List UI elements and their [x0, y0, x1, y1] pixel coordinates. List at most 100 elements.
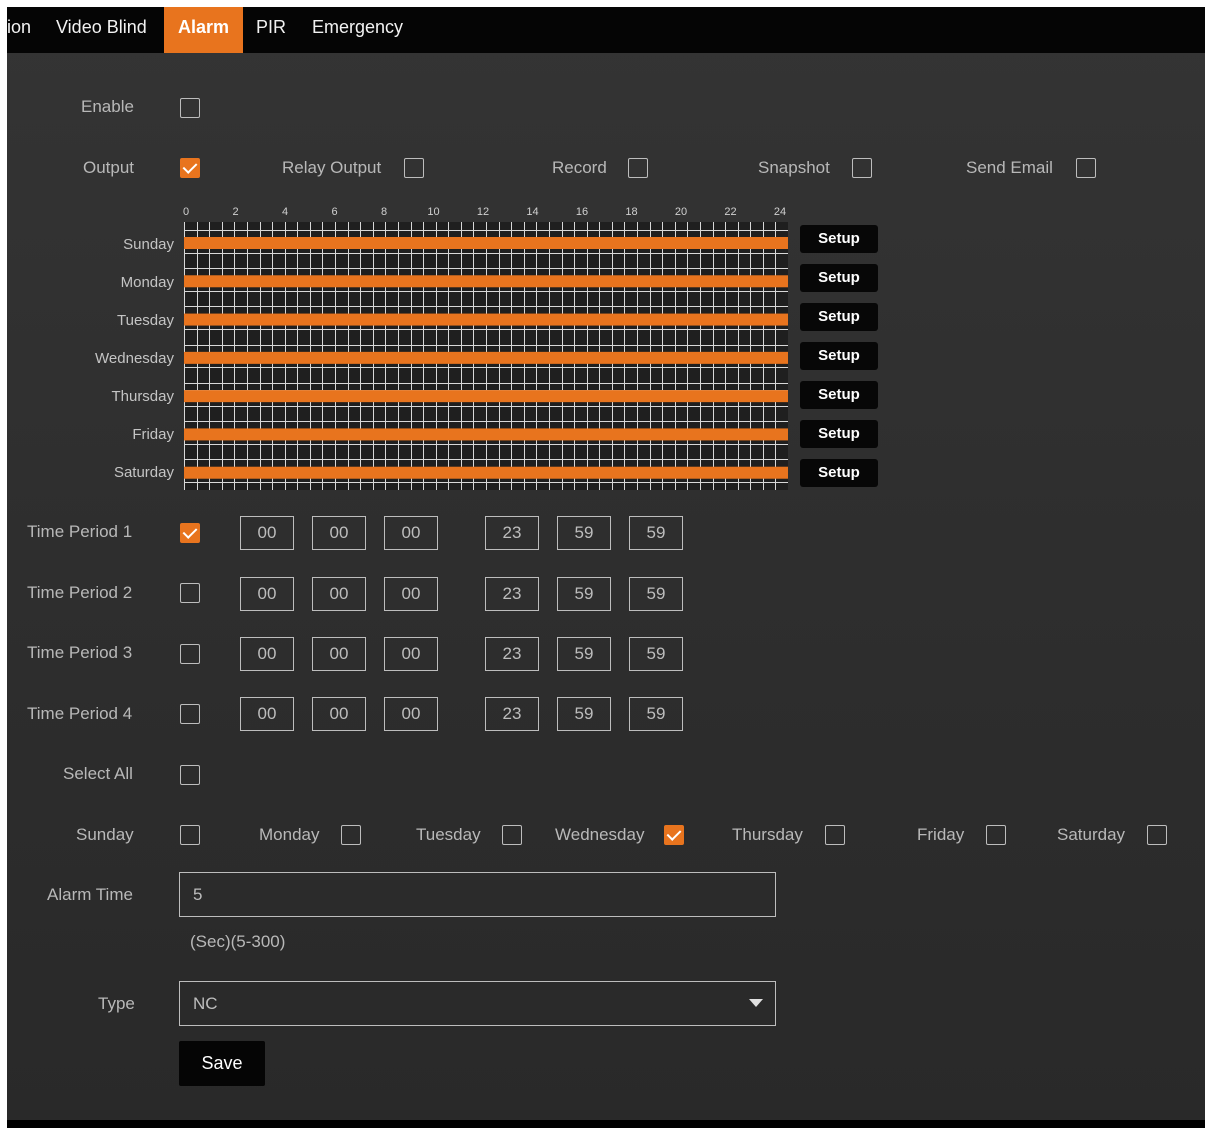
- record-label: Record: [552, 158, 607, 177]
- hour-tick-label-2: 2: [232, 206, 239, 218]
- schedule-bar-monday[interactable]: [184, 275, 788, 288]
- hour-tick-label-6: 6: [331, 206, 338, 218]
- select-all-label: Select All: [63, 764, 133, 783]
- tab-alarm[interactable]: Alarm: [164, 7, 243, 53]
- time-period-2-end-minute[interactable]: 59: [557, 577, 611, 611]
- time-period-3-label: Time Period 3: [27, 643, 133, 662]
- time-period-3-end-hour[interactable]: 23: [485, 637, 539, 671]
- schedule-bar-saturday[interactable]: [184, 466, 788, 479]
- alarm-time-input[interactable]: 5: [179, 872, 776, 917]
- time-period-4-checkbox[interactable]: [180, 704, 200, 724]
- weekday-sunday-label: Sunday: [76, 825, 134, 844]
- record-checkbox[interactable]: [628, 158, 648, 178]
- time-period-3-start-minute[interactable]: 00: [312, 637, 366, 671]
- setup-button-wednesday[interactable]: Setup: [800, 342, 878, 370]
- type-value: NC: [193, 994, 218, 1013]
- weekday-sunday-checkbox[interactable]: [180, 825, 200, 845]
- time-period-2-end-second[interactable]: 59: [629, 577, 683, 611]
- save-button[interactable]: Save: [179, 1041, 265, 1086]
- time-period-4-start-hour[interactable]: 00: [240, 697, 294, 731]
- time-period-1-end-hour[interactable]: 23: [485, 516, 539, 550]
- schedule-bar-tuesday[interactable]: [184, 313, 788, 326]
- bottom-bar: [7, 1120, 1205, 1128]
- time-period-4-end-second[interactable]: 59: [629, 697, 683, 731]
- hour-tick-label-0: 0: [182, 206, 190, 218]
- time-period-2-checkbox[interactable]: [180, 583, 200, 603]
- day-label-thursday: Thursday: [111, 388, 174, 405]
- tab-video-blind[interactable]: Video Blind: [56, 7, 147, 53]
- setup-button-tuesday[interactable]: Setup: [800, 303, 878, 331]
- weekday-tuesday-label: Tuesday: [416, 825, 481, 844]
- alarm-time-label: Alarm Time: [47, 885, 133, 904]
- time-period-4-label: Time Period 4: [27, 704, 133, 723]
- time-period-1-start-second[interactable]: 00: [384, 516, 438, 550]
- hour-tick-label-4: 4: [281, 206, 289, 218]
- time-period-1-label: Time Period 1: [27, 522, 133, 541]
- relay-output-label: Relay Output: [282, 158, 382, 177]
- setup-button-sunday[interactable]: Setup: [800, 225, 878, 253]
- time-period-3-checkbox[interactable]: [180, 644, 200, 664]
- time-period-2-start-second[interactable]: 00: [384, 577, 438, 611]
- caret-down-icon: [749, 999, 763, 1007]
- hour-tick-label-24: 24: [773, 206, 787, 218]
- weekday-monday-label: Monday: [259, 825, 320, 844]
- schedule-bar-wednesday[interactable]: [184, 351, 788, 364]
- snapshot-checkbox[interactable]: [852, 158, 872, 178]
- schedule-bar-thursday[interactable]: [184, 390, 788, 403]
- day-label-friday: Friday: [132, 426, 174, 443]
- send-email-checkbox[interactable]: [1076, 158, 1096, 178]
- enable-checkbox[interactable]: [180, 98, 200, 118]
- schedule-bar-friday[interactable]: [184, 428, 788, 441]
- tab-motion-detection[interactable]: ion: [7, 7, 31, 53]
- time-period-1-checkbox[interactable]: [180, 523, 200, 543]
- output-checkbox[interactable]: [180, 158, 200, 178]
- weekday-tuesday-checkbox[interactable]: [502, 825, 522, 845]
- time-period-1-start-hour[interactable]: 00: [240, 516, 294, 550]
- hour-tick-label-20: 20: [674, 206, 688, 218]
- time-period-3-end-minute[interactable]: 59: [557, 637, 611, 671]
- weekday-thursday-checkbox[interactable]: [825, 825, 845, 845]
- time-period-4-start-second[interactable]: 00: [384, 697, 438, 731]
- setup-button-monday[interactable]: Setup: [800, 264, 878, 292]
- tab-pir[interactable]: PIR: [256, 7, 286, 53]
- type-label: Type: [98, 994, 135, 1013]
- day-label-tuesday: Tuesday: [117, 312, 174, 329]
- select-all-checkbox[interactable]: [180, 765, 200, 785]
- enable-label: Enable: [81, 97, 134, 116]
- weekday-saturday-checkbox[interactable]: [1147, 825, 1167, 845]
- day-label-sunday: Sunday: [123, 236, 174, 253]
- hour-tick-label-10: 10: [427, 206, 440, 218]
- hour-tick-label-12: 12: [476, 206, 490, 218]
- day-label-wednesday: Wednesday: [95, 350, 174, 367]
- time-period-2-label: Time Period 2: [27, 583, 133, 602]
- tab-emergency[interactable]: Emergency: [312, 7, 403, 53]
- weekday-monday-checkbox[interactable]: [341, 825, 361, 845]
- time-period-1-end-second[interactable]: 59: [629, 516, 683, 550]
- tab-bar: ion Video Blind Alarm PIR Emergency: [7, 7, 1205, 53]
- type-select[interactable]: NC: [179, 981, 776, 1026]
- time-period-3-end-second[interactable]: 59: [629, 637, 683, 671]
- alarm-time-value: 5: [193, 885, 203, 904]
- time-period-3-start-second[interactable]: 00: [384, 637, 438, 671]
- setup-button-saturday[interactable]: Setup: [800, 459, 878, 487]
- relay-output-checkbox[interactable]: [404, 158, 424, 178]
- schedule-grid[interactable]: [184, 222, 788, 490]
- time-period-3-start-hour[interactable]: 00: [240, 637, 294, 671]
- schedule-bar-sunday[interactable]: [184, 237, 788, 249]
- setup-button-thursday[interactable]: Setup: [800, 381, 878, 409]
- time-period-2-start-minute[interactable]: 00: [312, 577, 366, 611]
- day-label-monday: Monday: [120, 274, 174, 291]
- hour-tick-label-16: 16: [575, 206, 589, 218]
- weekday-wednesday-checkbox[interactable]: [664, 825, 684, 845]
- time-period-2-start-hour[interactable]: 00: [240, 577, 294, 611]
- time-period-1-start-minute[interactable]: 00: [312, 516, 366, 550]
- weekday-friday-label: Friday: [917, 825, 965, 844]
- time-period-4-end-minute[interactable]: 59: [557, 697, 611, 731]
- time-period-4-end-hour[interactable]: 23: [485, 697, 539, 731]
- setup-button-friday[interactable]: Setup: [800, 420, 878, 448]
- time-period-1-end-minute[interactable]: 59: [557, 516, 611, 550]
- snapshot-label: Snapshot: [758, 158, 830, 177]
- time-period-4-start-minute[interactable]: 00: [312, 697, 366, 731]
- time-period-2-end-hour[interactable]: 23: [485, 577, 539, 611]
- weekday-friday-checkbox[interactable]: [986, 825, 1006, 845]
